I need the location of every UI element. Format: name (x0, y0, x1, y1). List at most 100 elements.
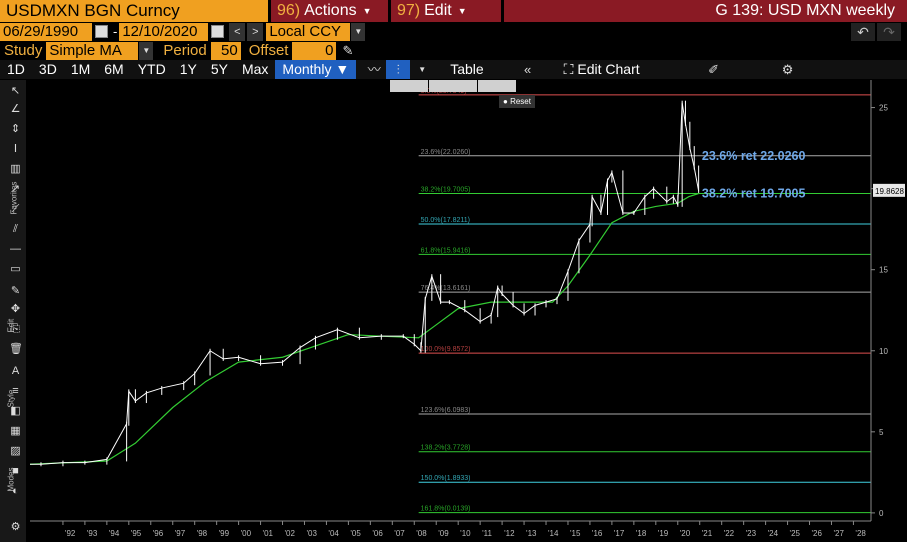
palette-icon[interactable]: ▦ (9, 424, 22, 438)
edit-chart-button[interactable]: ⛶ Edit Chart (554, 60, 650, 79)
period-buttons: 1D 3D 1M 6M YTD 1Y 5Y Max (0, 60, 275, 79)
calendar-icon[interactable] (211, 25, 225, 38)
x-tick-label: '02 (285, 529, 296, 538)
chevron-down-icon[interactable]: ▼ (351, 22, 366, 41)
x-tick-label: '11 (482, 529, 492, 538)
drawing-toolbar: ↖ ∠ ⇕ Ⅰ ▥ ↗ ⟋ ⫽ — ▭ ✎ ✥ ⎘ 🗑 A ≡ ◧ ▦ ▨ ■ … (0, 80, 26, 542)
y-tick-label: 0 (879, 509, 884, 518)
line-tool-icon[interactable]: ∠ (9, 102, 22, 116)
edit-label: Edit (6, 318, 16, 333)
period-button-5y[interactable]: 5Y (204, 60, 235, 79)
mini-tool-2[interactable] (429, 80, 477, 92)
measure-icon[interactable]: ⇕ (9, 122, 22, 136)
period-button-3d[interactable]: 3D (32, 60, 64, 79)
fib-annotation-0: 23.6% ret 22.0260 (702, 149, 806, 163)
prev-period-button[interactable]: < (229, 22, 246, 41)
actions-shortcut: 96) (277, 2, 301, 19)
date-range-bar: 06/29/1990 - 12/10/2020 < > Local CCY ▼ … (0, 22, 907, 41)
fib-mini-toolbar (390, 80, 517, 94)
x-tick-label: '26 (812, 529, 823, 538)
frequency-dropdown[interactable]: Monthly ▼ (275, 60, 357, 79)
x-tick-label: '28 (855, 529, 866, 538)
period-button-1d[interactable]: 1D (0, 60, 32, 79)
x-tick-label: '19 (658, 529, 669, 538)
calendar-icon[interactable] (95, 25, 108, 38)
x-tick-label: '01 (263, 529, 274, 538)
double-chevron-left-icon[interactable]: « (516, 60, 540, 79)
x-tick-label: '93 (87, 529, 98, 538)
period-button-6m[interactable]: 6M (97, 60, 130, 79)
modes-label: Modes (6, 467, 16, 492)
chevron-down-icon[interactable]: ▼ (139, 41, 154, 60)
annotate-icon[interactable]: ✐ (702, 60, 726, 79)
moving-average-layer (29, 192, 699, 465)
actions-menu-button[interactable]: 96) Actions ▼ (271, 0, 388, 22)
study-field[interactable]: Simple MA (46, 41, 139, 60)
ticker-field[interactable]: USDMXN BGN Curncy (0, 0, 268, 22)
pointer-icon[interactable]: ↖ (9, 84, 22, 98)
edit-shortcut: 97) (397, 2, 421, 19)
x-tick-label: '18 (636, 529, 647, 538)
x-tick-label: '92 (65, 529, 76, 538)
trash-icon[interactable]: 🗑 (9, 342, 23, 356)
graph-title: G 139: USD MXN weekly (504, 0, 907, 22)
mini-tool-3[interactable] (478, 80, 516, 92)
channel-tool-icon[interactable]: ⫽ (9, 222, 22, 236)
currency-field[interactable]: Local CCY (266, 22, 351, 41)
actions-label: Actions (304, 2, 357, 19)
fib-label-10: 161.8%(0.0139) (421, 506, 471, 513)
chevron-down-icon[interactable]: ▼ (410, 60, 434, 79)
table-button[interactable]: Table (440, 60, 493, 79)
x-tick-label: '13 (526, 529, 537, 538)
text-tool-icon[interactable]: Ⅰ (9, 142, 22, 156)
x-tick-label: '15 (570, 529, 581, 538)
hatch-icon[interactable]: ▨ (9, 444, 22, 458)
x-tick-label: '96 (153, 529, 164, 538)
x-tick-label: '24 (768, 529, 779, 538)
style-label: Style (6, 389, 16, 408)
x-tick-label: '21 (702, 529, 713, 538)
font-icon[interactable]: A (9, 364, 22, 378)
x-tick-label: '97 (175, 529, 186, 538)
next-period-button[interactable]: > (247, 22, 264, 41)
period-toolbar: 1D 3D 1M 6M YTD 1Y 5Y Max Monthly ▼ 〰 ⫶ ▼ Table… (0, 60, 907, 79)
frequency-label: Monthly (282, 61, 332, 77)
period-button-ytd[interactable]: YTD (131, 60, 173, 79)
pencil-icon[interactable]: ✎ (342, 43, 353, 59)
undo-icon[interactable]: ↶ (851, 22, 875, 41)
period-button-1y[interactable]: 1Y (173, 60, 204, 79)
x-tick-label: '09 (438, 529, 449, 538)
start-date-field[interactable]: 06/29/1990 (0, 22, 92, 41)
x-tick-label: '12 (504, 529, 515, 538)
x-tick-label: '17 (614, 529, 625, 538)
title-bar: USDMXN BGN Curncy 96) Actions ▼ 97) Edit… (0, 0, 907, 22)
gear-icon[interactable]: ⚙ (9, 520, 22, 534)
band-tool-icon[interactable]: ▭ (9, 262, 22, 276)
fib-label-6: 100.0%(9.8572) (421, 346, 471, 353)
period-button-1m[interactable]: 1M (64, 60, 97, 79)
hline-tool-icon[interactable]: — (9, 242, 22, 256)
fib-label-7: 123.6%(6.0983) (421, 407, 471, 414)
offset-field[interactable]: 0 (292, 41, 337, 60)
mini-tool-1[interactable] (390, 80, 428, 92)
period-button-max[interactable]: Max (235, 60, 275, 79)
gear-icon[interactable]: ⚙ (776, 60, 800, 79)
reset-button[interactable]: ● Reset (499, 95, 535, 108)
edit-menu-button[interactable]: 97) Edit ▼ (391, 0, 501, 22)
brush-icon[interactable]: ✎ (9, 284, 22, 298)
bar-chart-icon[interactable]: ⫶ (386, 60, 411, 79)
y-tick-label: 15 (879, 266, 888, 275)
edit-label: Edit (424, 2, 452, 19)
y-tick-label: 5 (879, 428, 884, 437)
chart-icon: ⛶ (563, 61, 574, 77)
line-chart-icon[interactable]: 〰 (362, 60, 386, 79)
redo-icon[interactable]: ↷ (877, 22, 901, 41)
moving-average-line (29, 192, 699, 465)
period-field[interactable]: 50 (210, 41, 241, 60)
price-chart[interactable]: 0.0%(25.7849)23.6%(22.0260)38.2%(19.7005… (26, 80, 907, 542)
fib-annotation-1: 38.2% ret 19.7005 (702, 186, 806, 200)
x-tick-label: '03 (306, 529, 317, 538)
study-label: Study (4, 42, 43, 59)
end-date-field[interactable]: 12/10/2020 (119, 22, 209, 41)
y-tick-label: 10 (879, 347, 888, 356)
